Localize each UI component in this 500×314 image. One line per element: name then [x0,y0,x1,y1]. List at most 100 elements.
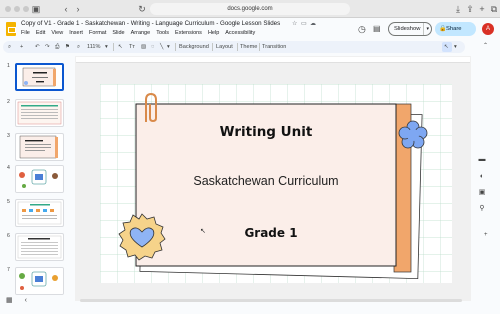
slide-thumbnail-3[interactable] [15,133,64,161]
slide-grade[interactable]: Grade 1 [206,226,336,240]
back-icon[interactable]: ‹ [60,3,72,15]
line-chevron-icon[interactable]: ▾ [167,41,170,53]
redo-icon[interactable]: ↷ [45,41,50,53]
thumbnail-preview [17,235,62,259]
document-title[interactable]: Copy of V1 - Grade 1 - Saskatchewan - Wr… [21,20,280,27]
slide-thumbnail-1[interactable] [15,63,64,91]
thumbnail-preview [16,268,63,294]
window-controls[interactable] [5,6,29,12]
layout-button[interactable]: Layout [216,41,233,53]
toolbar-divider [175,43,176,51]
star-icon[interactable]: ☆ [292,20,297,27]
menu-file[interactable]: File [21,30,30,36]
filmstrip-controls: ▦ ‹ [6,296,27,304]
new-slide-icon[interactable]: + [20,41,23,53]
collapse-menus-icon[interactable]: ⌃ [483,42,488,49]
menu-view[interactable]: View [51,30,63,36]
mouse-cursor: ↖ [200,228,206,235]
move-folder-icon[interactable]: ▭ [301,20,307,27]
slide-number: 3 [7,133,10,139]
slideshow-button[interactable]: Slideshow ▾ [388,22,432,36]
grid-view-icon[interactable]: ▦ [6,297,13,304]
collapse-filmstrip-icon[interactable]: ‹ [25,297,27,304]
menu-tools[interactable]: Tools [156,30,169,36]
theme-button[interactable]: Theme [240,41,257,53]
forward-icon[interactable]: › [72,3,84,15]
menu-format[interactable]: Format [89,30,106,36]
version-history-icon[interactable]: ◷ [358,24,366,35]
shape-icon[interactable]: ◌ [151,41,154,53]
line-icon[interactable]: ╲ [160,41,163,53]
horizontal-scrollbar[interactable] [80,299,462,302]
lock-icon: 🔒 [439,26,447,32]
menu-help[interactable]: Help [208,30,219,36]
toolbar-divider [259,43,260,51]
cloud-status-icon[interactable]: ☁ [310,20,316,27]
address-bar[interactable]: docs.google.com [150,3,350,15]
toolbar-divider [237,43,238,51]
search-menus-icon[interactable]: ⌕ [8,41,11,53]
thumbnail-preview [17,201,62,225]
contacts-icon[interactable]: ▣ [477,188,487,198]
select-tool-icon[interactable]: ↖ [118,41,123,53]
comments-icon[interactable]: ▤ [373,24,381,33]
sidebar-toggle-icon[interactable]: ▣ [30,3,42,15]
share-icon[interactable]: ⇪ [464,3,476,15]
select-chevron-icon[interactable]: ▾ [454,41,457,53]
tasks-icon[interactable]: ◐ [477,172,487,182]
slide-number: 6 [7,233,10,239]
slide-thumbnail-5[interactable] [15,199,64,227]
slide-thumbnail-2[interactable] [15,99,64,127]
slides-logo-icon[interactable] [6,22,16,36]
share-button[interactable]: 🔒 Share [435,22,476,36]
maps-icon[interactable]: ⚲ [477,204,487,214]
slide-thumbnail-6[interactable] [15,233,64,261]
menu-edit[interactable]: Edit [36,30,45,36]
tabs-icon[interactable]: ⧉ [488,3,500,15]
add-addon-icon[interactable]: + [484,232,488,238]
slide-thumbnail-7[interactable] [15,267,64,295]
menu-slide[interactable]: Slide [112,30,124,36]
zoom-icon[interactable]: ⌕ [77,41,80,53]
minimize-window-button[interactable] [14,6,20,12]
keep-icon[interactable]: ▬ [477,155,487,165]
avatar[interactable]: A [482,23,494,35]
editing-toolbar: ⌕ + ↶ ↷ ⎙ ⚑ ⌕ 111% ▾ ↖ Tт ▨ ◌ ╲ ▾ Backgr… [3,41,465,53]
thumbnail-preview [16,166,63,192]
new-tab-icon[interactable]: + [476,3,488,15]
menu-insert[interactable]: Insert [69,30,83,36]
transition-button[interactable]: Transition [262,41,286,53]
slide-thumbnail-4[interactable] [15,165,64,193]
download-icon[interactable]: ⤓ [452,3,464,15]
slide-number: 4 [7,165,10,171]
toolbar-divider [212,43,213,51]
cursor-icon: ↖ [444,44,449,50]
slide-subtitle[interactable]: Saskatchewan Curriculum [156,174,376,188]
thumbnail-preview [17,101,62,125]
paint-format-icon[interactable]: ⚑ [65,41,70,53]
zoom-chevron-icon[interactable]: ▾ [105,41,108,53]
thumbnail-preview [17,65,62,89]
browser-toolbar: ▣ ‹ › ↻ docs.google.com ⤓ ⇪ + ⧉ [0,0,500,18]
background-button[interactable]: Background [179,41,209,53]
slide-title[interactable]: Writing Unit [166,124,366,140]
horizontal-ruler [76,57,470,63]
current-slide[interactable]: Writing Unit Saskatchewan Curriculum Gra… [100,84,452,283]
menu-extensions[interactable]: Extensions [175,30,202,36]
slide-number: 7 [7,267,10,273]
menu-bar: File Edit View Insert Format Slide Arran… [21,30,255,36]
slide-filmstrip: 1 2 3 4 5 6 7 [0,55,72,300]
undo-icon[interactable]: ↶ [35,41,40,53]
text-box-icon[interactable]: Tт [129,41,135,53]
app-header: Copy of V1 - Grade 1 - Saskatchewan - Wr… [0,18,500,42]
menu-accessibility[interactable]: Accessibility [225,30,255,36]
reload-icon[interactable]: ↻ [136,3,148,15]
menu-arrange[interactable]: Arrange [131,30,151,36]
chevron-down-icon[interactable]: ▾ [423,23,429,35]
slide-number: 1 [7,63,10,69]
image-icon[interactable]: ▨ [141,41,146,53]
print-icon[interactable]: ⎙ [55,41,59,53]
zoom-level[interactable]: 111% [87,41,100,53]
close-window-button[interactable] [5,6,11,12]
maximize-window-button[interactable] [23,6,29,12]
